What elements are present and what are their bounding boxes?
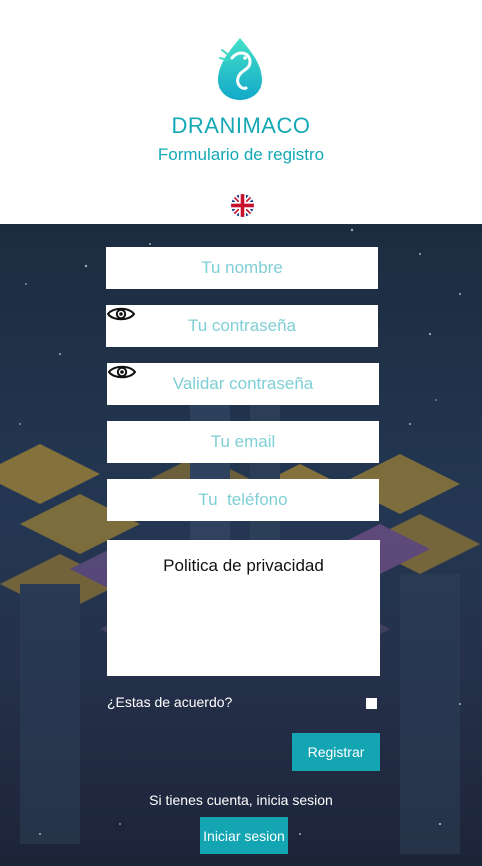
account-prompt: Si tienes cuenta, inicia sesion xyxy=(149,792,333,808)
privacy-policy-box[interactable]: Politica de privacidad xyxy=(107,540,380,676)
email-input[interactable] xyxy=(107,421,379,463)
dragon-logo-icon xyxy=(218,38,262,100)
eye-icon[interactable] xyxy=(106,305,136,323)
header: DRANIMACO Formulario de registro xyxy=(0,0,482,224)
phone-field[interactable] xyxy=(107,479,379,521)
agree-checkbox[interactable] xyxy=(366,698,377,709)
privacy-policy-title: Politica de privacidad xyxy=(163,556,324,575)
email-field[interactable] xyxy=(107,421,379,463)
uk-flag-icon[interactable] xyxy=(231,194,254,217)
form-subtitle: Formulario de registro xyxy=(157,145,325,164)
password-input[interactable] xyxy=(106,305,378,347)
password-field[interactable] xyxy=(106,305,378,347)
brand-name: DRANIMACO xyxy=(171,113,311,138)
name-input[interactable] xyxy=(106,247,378,289)
confirm-password-field[interactable] xyxy=(107,363,379,405)
register-button[interactable]: Registrar xyxy=(292,733,380,771)
phone-input[interactable] xyxy=(107,479,379,521)
agree-label: ¿Estas de acuerdo? xyxy=(107,694,233,710)
confirm-password-input[interactable] xyxy=(107,363,379,405)
eye-icon[interactable] xyxy=(107,363,137,381)
login-button[interactable]: Iniciar sesion xyxy=(200,817,288,854)
name-field[interactable] xyxy=(106,247,378,289)
